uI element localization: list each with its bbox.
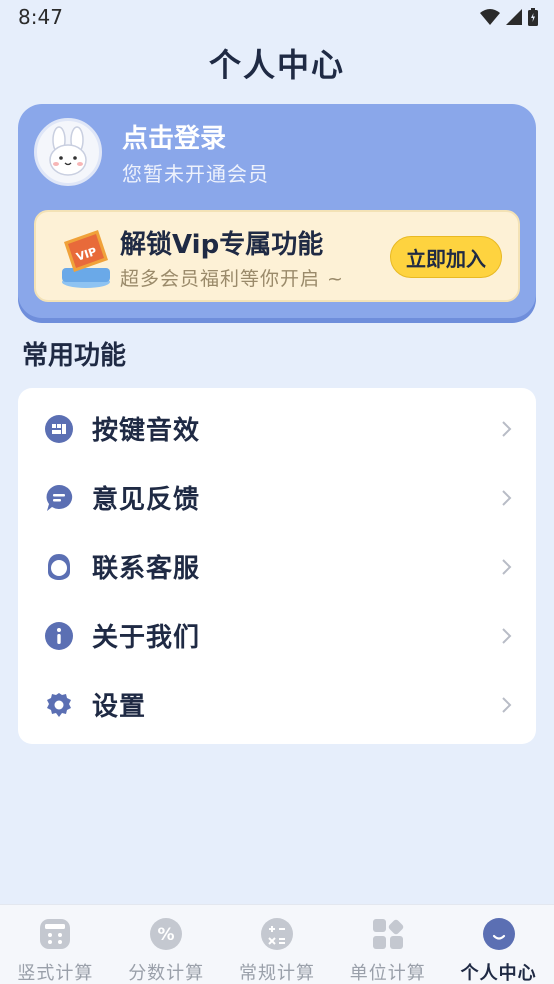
status-bar: 8:47 xyxy=(0,0,554,34)
grid-icon xyxy=(371,917,405,951)
menu-item-label: 关于我们 xyxy=(92,623,201,653)
chevron-right-icon xyxy=(502,489,512,506)
nav-item-fraction-calc[interactable]: % 分数计算 xyxy=(111,905,222,984)
menu-item-label: 意见反馈 xyxy=(92,485,201,515)
gear-icon xyxy=(44,690,74,720)
avatar[interactable] xyxy=(34,118,102,186)
status-time: 8:47 xyxy=(18,5,63,29)
menu-item-contact-service[interactable]: 联系客服 xyxy=(18,532,536,601)
status-icons xyxy=(480,8,538,26)
nav-item-regular-calc[interactable]: 常规计算 xyxy=(222,905,333,984)
menu-item-about[interactable]: 关于我们 xyxy=(18,601,536,670)
nav-item-vertical-calc[interactable]: 竖式计算 xyxy=(0,905,111,984)
operators-icon xyxy=(260,917,294,951)
smile-icon xyxy=(482,917,516,951)
chevron-right-icon xyxy=(502,420,512,437)
signal-icon xyxy=(506,9,522,25)
menu-item-label: 按键音效 xyxy=(92,416,201,446)
calculator-icon xyxy=(38,917,72,951)
nav-label: 个人中心 xyxy=(460,963,537,984)
vip-banner[interactable]: VIP 解锁Vip专属功能 超多会员福利等你开启 ~ 立即加入 xyxy=(34,210,520,302)
nav-label: 常规计算 xyxy=(238,963,315,984)
menu-item-label: 联系客服 xyxy=(92,554,201,584)
nav-label: 单位计算 xyxy=(349,963,426,984)
headset-icon xyxy=(44,552,74,582)
nav-label: 分数计算 xyxy=(128,963,205,984)
menu-card: 按键音效 意见反馈 联系客服 关于我们 设置 xyxy=(18,388,536,744)
nav-item-profile[interactable]: 个人中心 xyxy=(443,905,554,984)
chat-bubble-icon xyxy=(44,483,74,513)
join-vip-button[interactable]: 立即加入 xyxy=(390,236,502,278)
battery-icon xyxy=(528,8,538,26)
vip-subtitle: 超多会员福利等你开启 ~ xyxy=(120,268,344,290)
login-title[interactable]: 点击登录 xyxy=(122,118,226,155)
menu-item-feedback[interactable]: 意见反馈 xyxy=(18,463,536,532)
member-status: 您暂未开通会员 xyxy=(122,162,269,186)
percent-icon: % xyxy=(149,917,183,951)
page-title: 个人中心 xyxy=(208,46,345,84)
nav-item-unit-calc[interactable]: 单位计算 xyxy=(332,905,443,984)
profile-card: 点击登录 您暂未开通会员 VIP 解锁Vip专属功能 超多会员福利等你开启 ~ … xyxy=(18,104,536,318)
chevron-right-icon xyxy=(502,558,512,575)
nav-label: 竖式计算 xyxy=(17,963,94,984)
bunny-avatar-icon xyxy=(49,126,87,176)
svg-text:%: % xyxy=(158,925,175,945)
wifi-icon xyxy=(480,9,500,25)
vip-crown-icon: VIP xyxy=(62,230,110,288)
section-title: 常用功能 xyxy=(22,341,127,371)
menu-item-label: 设置 xyxy=(92,692,147,722)
info-icon xyxy=(44,621,74,651)
menu-item-key-sound[interactable]: 按键音效 xyxy=(18,394,536,463)
chevron-right-icon xyxy=(502,696,512,713)
keypad-icon xyxy=(44,414,74,444)
vip-title: 解锁Vip专属功能 xyxy=(120,230,324,260)
bottom-nav: 竖式计算 % 分数计算 常规计算 单位计算 个人中心 xyxy=(0,904,554,984)
chevron-right-icon xyxy=(502,627,512,644)
menu-item-settings[interactable]: 设置 xyxy=(18,670,536,739)
